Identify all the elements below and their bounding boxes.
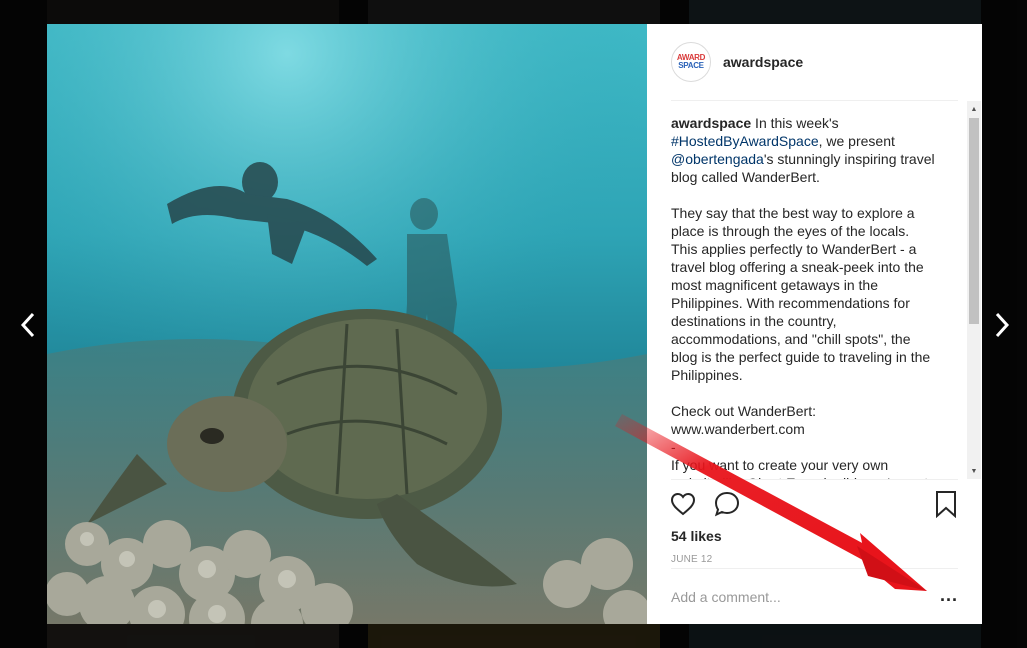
previous-post-button[interactable] <box>16 310 40 340</box>
post-photo[interactable] <box>47 24 647 624</box>
caption-text: , we present <box>818 133 895 149</box>
post-author-username[interactable]: awardspace <box>723 54 803 70</box>
scroll-down-arrow-icon[interactable]: ▼ <box>967 463 981 479</box>
caption-scroll-area[interactable]: awardspace In this week's #HostedByAward… <box>671 101 982 479</box>
underwater-turtle-photo <box>47 24 647 624</box>
post-header: AWARD SPACE awardspace <box>671 24 958 101</box>
post-caption: awardspace In this week's #HostedByAward… <box>671 101 957 479</box>
action-icons-row <box>669 490 741 518</box>
bookmark-icon[interactable] <box>932 490 960 518</box>
heart-icon[interactable] <box>669 490 697 518</box>
caption-author[interactable]: awardspace <box>671 115 751 131</box>
post-date[interactable]: June 12 <box>671 554 712 565</box>
comment-bar: ... <box>671 568 958 624</box>
avatar[interactable]: AWARD SPACE <box>671 42 711 82</box>
scrollbar-thumb[interactable] <box>969 118 979 324</box>
mention-link[interactable]: @obertengada <box>671 151 764 167</box>
comment-input[interactable] <box>671 588 911 605</box>
caption-scrollbar[interactable]: ▲ ▼ <box>967 101 981 479</box>
likes-count[interactable]: 54 likes <box>671 528 722 544</box>
next-post-button[interactable] <box>990 310 1014 340</box>
hashtag-link[interactable]: #HostedByAwardSpace <box>671 133 819 149</box>
caption-text: 's stunningly inspiring travel blog call… <box>671 151 935 479</box>
avatar-logo-text: SPACE <box>678 61 704 70</box>
chevron-left-icon <box>20 312 35 338</box>
post-sidebar: AWARD SPACE awardspace awardspace In thi… <box>647 24 982 624</box>
chevron-right-icon <box>995 312 1010 338</box>
post-modal: AWARD SPACE awardspace awardspace In thi… <box>47 24 982 624</box>
more-options-button[interactable]: ... <box>940 586 958 604</box>
speech-bubble-icon[interactable] <box>713 490 741 518</box>
caption-text: In this week's <box>751 115 839 131</box>
scroll-up-arrow-icon[interactable]: ▲ <box>967 101 981 117</box>
